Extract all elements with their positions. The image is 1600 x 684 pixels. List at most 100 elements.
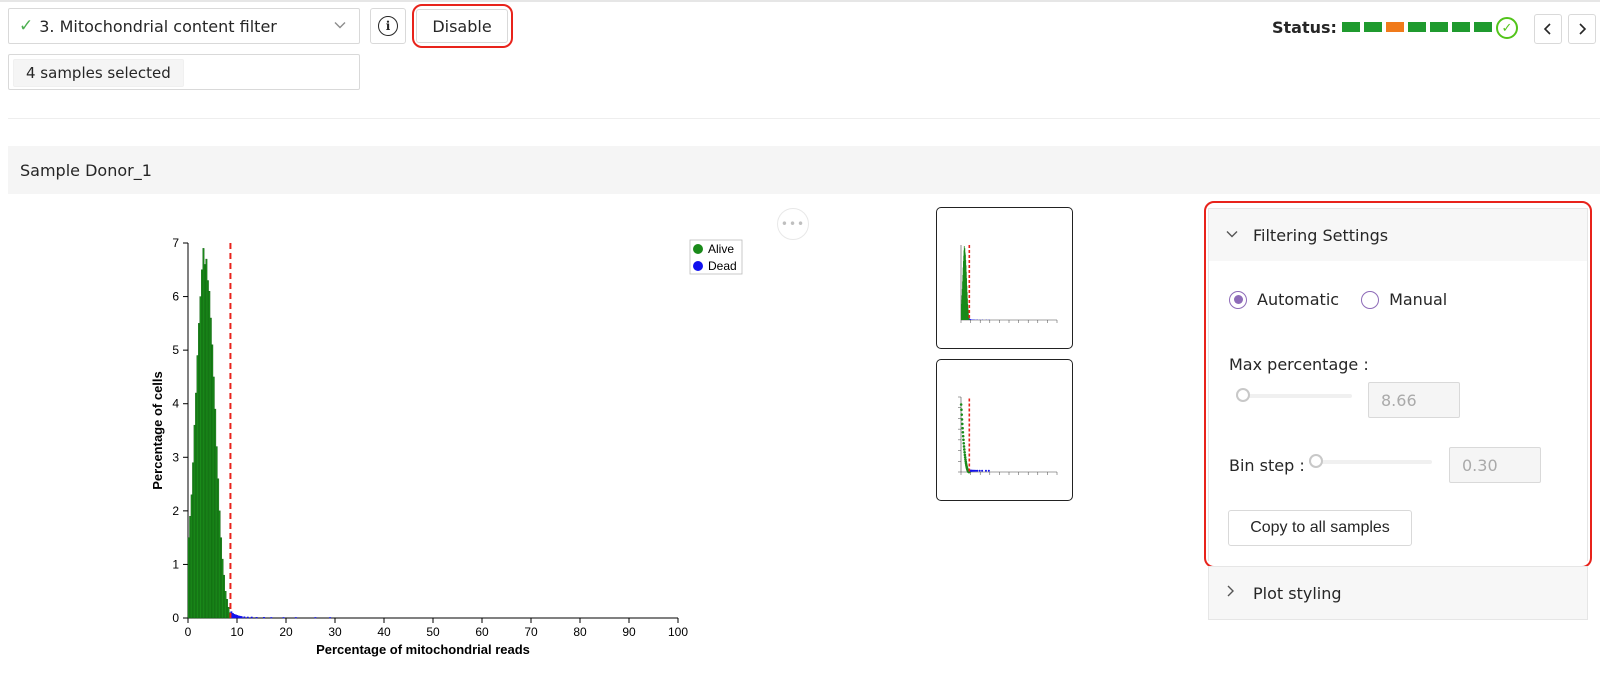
chart-legend: Alive Dead <box>689 239 743 275</box>
max-percentage-label: Max percentage : <box>1229 355 1369 374</box>
info-button[interactable]: i <box>370 8 406 44</box>
bin-step-slider[interactable] <box>1308 454 1432 470</box>
histogram-bar-dead <box>329 617 332 619</box>
previous-step-button[interactable] <box>1534 14 1562 44</box>
y-tick-label: 7 <box>172 236 179 250</box>
x-tick-label: 30 <box>328 625 342 639</box>
samples-selected-tag[interactable]: 4 samples selected <box>13 59 184 87</box>
filtering-settings-header[interactable]: Filtering Settings <box>1208 208 1588 262</box>
histogram-bar-alive <box>220 537 223 619</box>
automatic-radio[interactable]: Automatic <box>1229 290 1339 309</box>
histogram-bar-dead <box>246 616 249 619</box>
x-tick-label: 10 <box>230 625 244 639</box>
histogram-bar-alive <box>190 494 193 619</box>
thumb-point <box>961 430 965 434</box>
thumb-point <box>960 418 964 421</box>
histogram-bar-alive <box>221 558 224 619</box>
histogram-bar-alive <box>202 248 205 619</box>
y-tick-label: 1 <box>172 557 179 571</box>
legend-marker-alive <box>693 244 703 254</box>
sample-title: Sample Donor_1 <box>20 160 152 180</box>
more-options-icon[interactable]: ••• <box>777 208 809 240</box>
histogram-bar-dead <box>236 615 239 619</box>
x-tick-label: 70 <box>524 625 538 639</box>
histogram-bar-alive <box>201 269 203 619</box>
thumb-point <box>962 445 966 448</box>
histogram-bar-dead <box>263 616 265 619</box>
thumb-point <box>959 403 963 406</box>
automatic-radio-label: Automatic <box>1257 290 1340 309</box>
chevron-down-icon <box>1225 228 1239 243</box>
histogram-bar-alive <box>192 462 195 619</box>
divider <box>8 118 1600 119</box>
thumb-point <box>981 469 984 472</box>
status-step-segment <box>1342 22 1360 32</box>
status-step-segment <box>1364 22 1382 32</box>
thumb-point <box>962 438 965 442</box>
y-tick-label: 3 <box>172 450 179 464</box>
plot-thumbnail-knee[interactable] <box>936 359 1073 501</box>
step-select[interactable]: ✓ 3. Mitochondrial content filter <box>8 8 360 44</box>
histogram-bar-dead <box>234 614 237 619</box>
thumb-point <box>976 469 979 472</box>
status-step-segment <box>1474 22 1492 32</box>
thumb-point <box>961 426 964 430</box>
plot-styling-header[interactable]: Plot styling <box>1208 566 1588 620</box>
y-tick-label: 0 <box>172 611 179 625</box>
histogram-bar-alive <box>187 537 190 619</box>
slider-handle[interactable] <box>1235 388 1250 402</box>
thumb-point <box>960 413 964 416</box>
histogram-bar-dead <box>270 617 273 619</box>
x-tick-label: 50 <box>426 625 440 639</box>
chevron-right-icon <box>1579 23 1587 35</box>
thumb-point <box>987 469 990 472</box>
thumb-point <box>963 453 967 457</box>
histogram-bar-dead <box>250 616 253 619</box>
chevron-left-icon <box>1543 23 1551 35</box>
status-step-segment <box>1408 22 1426 32</box>
manual-radio[interactable]: Manual <box>1361 290 1447 309</box>
histogram-bar-dead <box>239 615 242 619</box>
histogram-bar-alive <box>205 258 208 619</box>
radio-checked-icon <box>1229 290 1247 309</box>
thumb-point <box>984 469 987 472</box>
bin-step-input[interactable]: 0.30 <box>1449 447 1541 483</box>
thumb-point <box>962 441 966 445</box>
histogram-bar-dead <box>282 617 285 619</box>
x-tick-label: 100 <box>668 625 688 639</box>
manual-radio-label: Manual <box>1389 290 1448 309</box>
top-border <box>0 0 1600 2</box>
legend-label-alive: Alive <box>708 242 734 256</box>
thumb-point <box>961 434 965 438</box>
sample-multiselect[interactable]: 4 samples selected <box>8 54 360 90</box>
copy-to-all-samples-button[interactable]: Copy to all samples <box>1228 510 1412 546</box>
x-tick-label: 40 <box>377 625 391 639</box>
status-steps-bar <box>1342 22 1492 32</box>
histogram-bar-alive <box>193 424 196 619</box>
max-percentage-slider[interactable] <box>1235 388 1352 404</box>
histogram-bar-alive <box>211 344 214 619</box>
histogram-bar-dead <box>240 616 243 619</box>
legend-marker-dead <box>693 261 703 271</box>
x-tick-label: 20 <box>279 625 293 639</box>
slider-handle[interactable] <box>1308 454 1323 468</box>
max-percentage-input[interactable]: 8.66 <box>1368 382 1460 418</box>
disable-button[interactable]: Disable <box>416 9 508 43</box>
thumbnail-histogram-chart <box>960 245 1058 323</box>
histogram-bar-alive <box>217 478 220 619</box>
mito-histogram-chart[interactable]: 0 10 20 30 40 50 60 70 80 90 100 0 1 2 3 4 5 6 7 Percentage… <box>150 236 750 676</box>
bin-step-label: Bin step : <box>1229 456 1305 475</box>
histogram-bar-alive <box>199 296 202 619</box>
x-axis-label: Percentage of mitochondrial reads <box>316 642 530 657</box>
next-step-button[interactable] <box>1568 14 1596 44</box>
thumb-point <box>963 448 966 451</box>
filtering-settings-title: Filtering Settings <box>1253 225 1389 245</box>
legend-label-dead: Dead <box>708 259 737 273</box>
x-tick-label: 90 <box>622 625 636 639</box>
histogram-bar-alive <box>218 510 221 619</box>
check-icon: ✓ <box>19 16 34 36</box>
status-step-segment <box>1430 22 1448 32</box>
histogram-bar-dead <box>294 617 297 619</box>
chevron-right-icon <box>1225 584 1239 602</box>
plot-thumbnail-histogram[interactable] <box>936 207 1073 349</box>
